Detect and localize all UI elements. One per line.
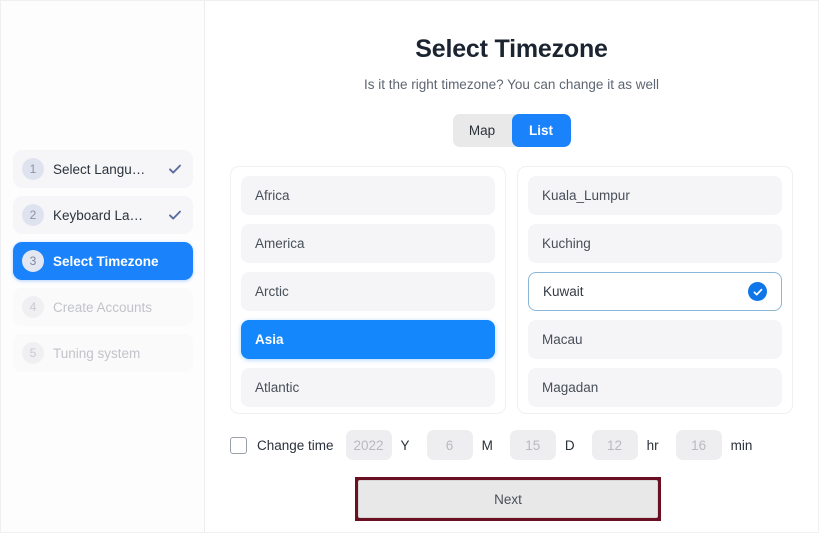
sidebar-item-label: Tuning system xyxy=(53,345,141,361)
list-item[interactable]: Macau xyxy=(528,320,782,359)
tab-map[interactable]: Map xyxy=(452,114,512,147)
step-number-badge: 5 xyxy=(22,342,44,364)
next-button[interactable]: Next xyxy=(358,480,658,518)
timezone-lists: Africa America Arctic Asia Atlantic Kual… xyxy=(230,166,793,414)
minute-unit-label: min xyxy=(730,437,753,453)
list-item-selected[interactable]: Asia xyxy=(241,320,495,359)
sidebar: 1 Select Langu… 2 Keyboard La… 3 Select … xyxy=(1,1,205,532)
setup-wizard-window: 1 Select Langu… 2 Keyboard La… 3 Select … xyxy=(0,0,819,533)
month-unit-label: M xyxy=(481,437,493,453)
step-number-badge: 4 xyxy=(22,296,44,318)
check-circle-icon xyxy=(748,282,767,301)
sidebar-item-create-accounts[interactable]: 4 Create Accounts xyxy=(13,288,193,326)
check-icon xyxy=(167,207,183,223)
change-time-row: Change time 2022 Y 6 M 15 D 12 hr 16 min xyxy=(230,430,818,460)
change-time-label: Change time xyxy=(257,437,334,453)
region-list: Africa America Arctic Asia Atlantic xyxy=(230,166,506,414)
sidebar-item-label: Keyboard La… xyxy=(53,207,144,223)
year-input[interactable]: 2022 xyxy=(345,430,392,460)
next-button-highlight: Next xyxy=(355,477,661,521)
month-input[interactable]: 6 xyxy=(426,430,473,460)
tab-list[interactable]: List xyxy=(511,114,571,147)
change-time-checkbox[interactable] xyxy=(230,436,247,454)
city-list: Kuala_Lumpur Kuching Kuwait Macau Magada… xyxy=(517,166,793,414)
year-unit-label: Y xyxy=(400,437,410,453)
page-subtitle: Is it the right timezone? You can change… xyxy=(364,77,659,92)
sidebar-item-select-timezone[interactable]: 3 Select Timezone xyxy=(13,242,193,280)
list-item[interactable]: Kuala_Lumpur xyxy=(528,176,782,215)
main-content: Select Timezone Is it the right timezone… xyxy=(205,1,818,532)
check-icon xyxy=(167,161,183,177)
step-number-badge: 2 xyxy=(22,204,44,226)
step-number-badge: 3 xyxy=(22,250,44,272)
step-list: 1 Select Langu… 2 Keyboard La… 3 Select … xyxy=(13,150,193,380)
sidebar-item-keyboard-layout[interactable]: 2 Keyboard La… xyxy=(13,196,193,234)
sidebar-item-select-language[interactable]: 1 Select Langu… xyxy=(13,150,193,188)
sidebar-item-label: Select Timezone xyxy=(53,253,159,269)
step-number-badge: 1 xyxy=(22,158,44,180)
view-toggle: Map List xyxy=(452,114,571,147)
list-item[interactable]: America xyxy=(241,224,495,263)
page-title: Select Timezone xyxy=(415,35,608,63)
day-input[interactable]: 15 xyxy=(509,430,556,460)
list-item[interactable]: Magadan xyxy=(528,368,782,407)
list-item-selected[interactable]: Kuwait xyxy=(528,272,782,311)
hour-unit-label: hr xyxy=(646,437,659,453)
list-item[interactable]: Africa xyxy=(241,176,495,215)
sidebar-item-label: Select Langu… xyxy=(53,161,146,177)
minute-input[interactable]: 16 xyxy=(675,430,722,460)
hour-input[interactable]: 12 xyxy=(591,430,638,460)
sidebar-item-tuning-system[interactable]: 5 Tuning system xyxy=(13,334,193,372)
list-item[interactable]: Kuching xyxy=(528,224,782,263)
list-item-label: Kuwait xyxy=(543,284,584,299)
day-unit-label: D xyxy=(564,437,575,453)
list-item[interactable]: Arctic xyxy=(241,272,495,311)
list-item[interactable]: Atlantic xyxy=(241,368,495,407)
sidebar-item-label: Create Accounts xyxy=(53,299,153,315)
view-toggle-group: Map List xyxy=(205,114,818,147)
